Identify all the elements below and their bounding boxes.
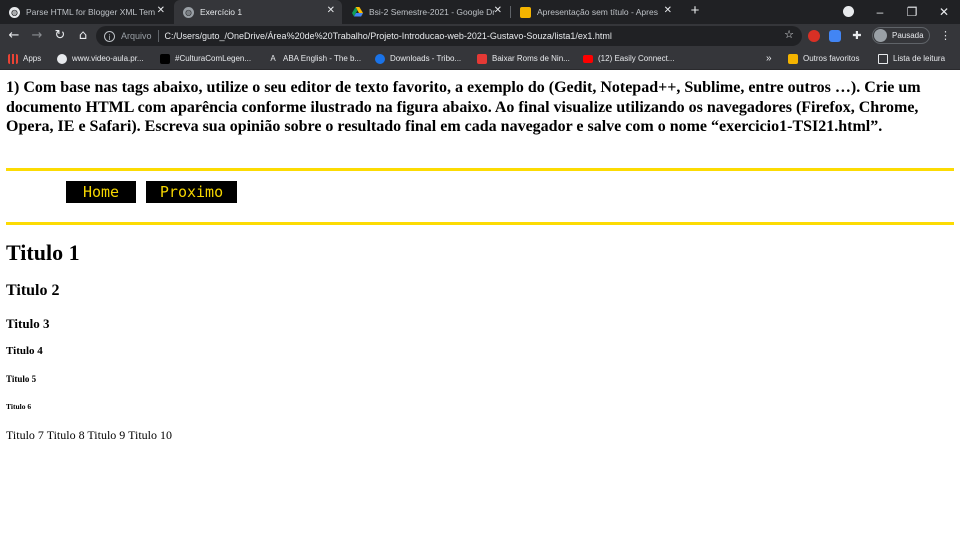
slides-icon: [520, 6, 531, 18]
url-text[interactable]: C:/Users/guto_/OneDrive/Área%20de%20Trab…: [165, 31, 612, 41]
youtube-icon: [583, 54, 593, 63]
tab-title: Exercício 1: [200, 7, 243, 17]
exercise-instructions: 1) Com base nas tags abaixo, utilize o s…: [6, 79, 921, 135]
globe-icon: [57, 53, 67, 64]
yellow-rule-bottom: [6, 222, 954, 225]
new-tab-button[interactable]: +: [686, 2, 704, 20]
close-window-button[interactable]: ✕: [928, 0, 960, 24]
globe-icon: ◍: [183, 6, 194, 18]
profile-button[interactable]: Pausada: [872, 27, 930, 44]
tab-search-icon[interactable]: [843, 6, 854, 17]
forward-icon[interactable]: →: [29, 28, 45, 44]
other-bookmarks-folder[interactable]: Outros favoritos: [788, 48, 859, 69]
home-link-button[interactable]: Home: [66, 181, 136, 203]
yellow-rule-top: [6, 168, 954, 171]
globe-icon: ◍: [9, 6, 20, 18]
bookmarks-overflow-button[interactable]: »: [766, 48, 772, 69]
bookmark-label: www.video-aula.pr...: [72, 54, 144, 63]
tab-title: Bsi-2 Semestre-2021 - Google Dr: [369, 7, 496, 17]
bookmark-cultura[interactable]: #CulturaComLegen...: [160, 48, 251, 69]
tab-strip: ◍ Parse HTML for Blogger XML Tem ✕ ◍ Exe…: [0, 0, 960, 24]
close-icon[interactable]: ✕: [157, 5, 165, 16]
apps-grid-icon: [8, 53, 18, 64]
url-scheme: Arquivo: [121, 31, 152, 41]
next-link-button[interactable]: Proximo: [146, 181, 237, 203]
heading-6: Titulo 6: [6, 402, 32, 411]
bookmark-star-icon[interactable]: ☆: [784, 28, 794, 41]
bookmark-apps[interactable]: Apps: [8, 48, 41, 69]
reading-list-button[interactable]: Lista de leitura: [878, 48, 945, 69]
avatar: [874, 29, 887, 42]
bookmark-label: Downloads - Tribo...: [390, 54, 462, 63]
reload-icon[interactable]: ↻: [52, 28, 68, 44]
tab-google-drive[interactable]: Bsi-2 Semestre-2021 - Google Dr ✕: [343, 0, 509, 24]
restore-button[interactable]: ❐: [896, 0, 928, 24]
bookmark-label: Outros favoritos: [803, 54, 860, 63]
bookmark-video-aula[interactable]: www.video-aula.pr...: [57, 48, 144, 69]
home-icon[interactable]: ⌂: [75, 28, 91, 44]
tab-parse-html[interactable]: ◍ Parse HTML for Blogger XML Tem ✕: [0, 0, 172, 24]
info-icon[interactable]: i: [104, 30, 115, 42]
extension-translate-icon[interactable]: [829, 30, 841, 42]
rom-icon: [477, 53, 487, 64]
google-drive-icon: [352, 7, 363, 18]
close-icon[interactable]: ✕: [327, 5, 335, 16]
heading-1: Titulo 1: [6, 240, 80, 265]
tab-exercicio-1[interactable]: ◍ Exercício 1 ✕: [174, 0, 342, 24]
bookmark-label: Apps: [23, 54, 42, 63]
address-bar[interactable]: i Arquivo C:/Users/guto_/OneDrive/Área%2…: [96, 26, 802, 46]
extension-red-icon[interactable]: [808, 30, 820, 42]
bookmark-aba[interactable]: A ABA English - The b...: [268, 48, 361, 69]
back-icon[interactable]: ←: [6, 28, 22, 44]
divider: [157, 30, 159, 42]
tab-title: Parse HTML for Blogger XML Tem: [26, 7, 156, 17]
tab-apresentacao[interactable]: Apresentação sem título - Apres ✕: [511, 0, 679, 24]
page-content: 1) Com base nas tags abaixo, utilize o s…: [0, 71, 960, 540]
bookmark-label: #CulturaComLegen...: [175, 54, 252, 63]
bookmark-label: Lista de leitura: [893, 54, 946, 63]
bookmark-label: (12) Easily Connect...: [598, 54, 675, 63]
extensions-puzzle-icon[interactable]: ✚: [849, 28, 865, 44]
browser-toolbar: ← → ↻ ⌂ i Arquivo C:/Users/guto_/OneDriv…: [0, 24, 960, 48]
download-icon: [375, 53, 385, 64]
kebab-menu-icon[interactable]: ⋮: [940, 29, 951, 42]
close-icon[interactable]: ✕: [494, 5, 502, 16]
profile-label: Pausada: [892, 31, 924, 40]
bookmark-youtube[interactable]: (12) Easily Connect...: [583, 48, 674, 69]
minimize-button[interactable]: –: [864, 0, 896, 24]
bookmark-icon: [160, 53, 170, 64]
reading-list-icon: [878, 53, 888, 64]
bookmark-downloads[interactable]: Downloads - Tribo...: [375, 48, 461, 69]
plain-text-line: Titulo 7 Titulo 8 Titulo 9 Titulo 10: [6, 428, 172, 442]
close-icon[interactable]: ✕: [664, 5, 672, 16]
bookmarks-bar: Apps www.video-aula.pr... #CulturaComLeg…: [0, 48, 960, 70]
bookmark-roms[interactable]: Baixar Roms de Nin...: [477, 48, 570, 69]
heading-3: Titulo 3: [6, 316, 50, 331]
aba-icon: A: [268, 53, 278, 64]
bookmark-label: ABA English - The b...: [283, 54, 362, 63]
tab-title: Apresentação sem título - Apres: [537, 7, 658, 17]
heading-2: Titulo 2: [6, 282, 60, 299]
heading-4: Titulo 4: [6, 345, 43, 357]
folder-icon: [788, 53, 798, 64]
heading-5: Titulo 5: [6, 374, 37, 384]
bookmark-label: Baixar Roms de Nin...: [492, 54, 570, 63]
